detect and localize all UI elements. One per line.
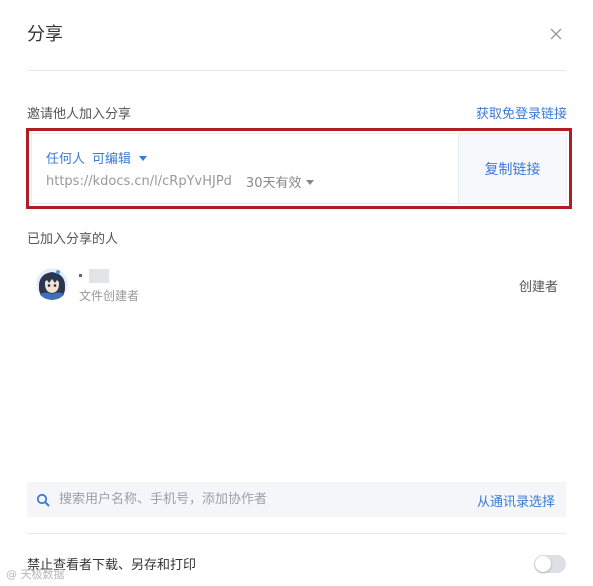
header-divider <box>27 70 566 71</box>
permission-dropdown[interactable]: 任何人 可编辑 <box>46 148 148 167</box>
validity-text: 30天有效 <box>245 176 302 191</box>
member-row: 文件创建者 创建者 <box>36 268 558 304</box>
settings-divider <box>27 533 566 534</box>
disable-download-toggle[interactable] <box>534 555 566 573</box>
chevron-down-icon <box>139 155 148 161</box>
invite-label: 邀请他人加入分享 <box>27 107 132 122</box>
dialog-title: 分享 <box>27 24 63 45</box>
share-link-inner: 任何人 可编辑 https://kdocs.cn/l/cRpYvHJPd 30天… <box>31 133 567 204</box>
member-role: 创建者 <box>518 280 558 295</box>
members-label: 已加入分享的人 <box>27 232 119 247</box>
share-link-box: 任何人 可编辑 https://kdocs.cn/l/cRpYvHJPd 30天… <box>26 128 572 209</box>
select-from-contacts-link[interactable]: 从通讯录选择 <box>477 491 555 510</box>
permission-level: 可编辑 <box>92 152 132 167</box>
share-dialog: 分享 邀请他人加入分享 获取免登录链接 任何人 可编辑 https://kdoc… <box>0 0 593 586</box>
chevron-down-icon <box>306 179 315 185</box>
search-input[interactable] <box>59 482 439 517</box>
copy-link-button[interactable]: 复制链接 <box>458 134 566 203</box>
search-icon <box>36 492 50 507</box>
permission-who: 任何人 <box>46 152 86 167</box>
member-subtitle: 文件创建者 <box>79 289 140 303</box>
watermark: @ 天极数据 <box>6 568 65 581</box>
search-bar: 从通讯录选择 <box>27 482 566 517</box>
validity-dropdown[interactable]: 30天有效 <box>246 172 315 191</box>
login-free-link[interactable]: 获取免登录链接 <box>476 103 567 122</box>
close-icon[interactable] <box>548 26 564 42</box>
member-name-redacted <box>79 269 109 283</box>
toggle-knob <box>535 556 551 572</box>
share-url: https://kdocs.cn/l/cRpYvHJPd <box>46 174 232 189</box>
share-link-info: 任何人 可编辑 https://kdocs.cn/l/cRpYvHJPd 30天… <box>32 134 458 203</box>
share-url-row: https://kdocs.cn/l/cRpYvHJPd 30天有效 <box>46 172 315 191</box>
avatar <box>36 268 68 300</box>
